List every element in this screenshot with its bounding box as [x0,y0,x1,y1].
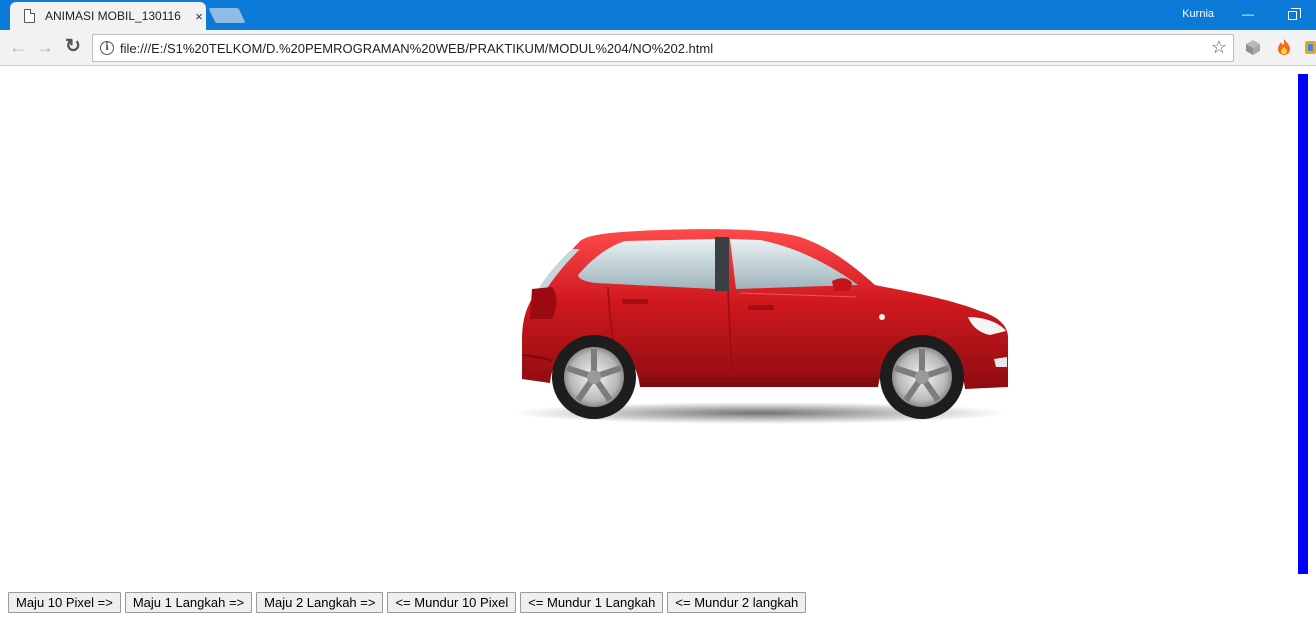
car-image [512,229,1008,424]
browser-title-bar: ANIMASI MOBIL_130116 × Kurnia — [0,0,1316,30]
front-wheel [880,335,964,419]
profile-name[interactable]: Kurnia [1182,8,1214,20]
forward-10px-button[interactable]: Maju 10 Pixel => [8,592,121,613]
url-text[interactable]: file:///E:/S1%20TELKOM/D.%20PEMROGRAMAN%… [120,41,713,56]
forward-button[interactable]: → [33,36,57,60]
back-button[interactable]: ← [6,36,30,60]
bookmark-star-icon[interactable]: ☆ [1211,37,1227,58]
backward-2-step-button[interactable]: <= Mundur 2 langkah [667,592,807,613]
forward-2-step-button[interactable]: Maju 2 Langkah => [256,592,384,613]
page-content: Maju 10 Pixel => Maju 1 Langkah => Maju … [0,67,1316,618]
browser-toolbar: ← → ↻ i file:///E:/S1%20TELKOM/D.%20PEMR… [0,30,1316,66]
extension-cube-icon[interactable] [1244,38,1262,56]
rear-wheel [552,335,636,419]
close-tab-icon[interactable]: × [193,9,205,24]
address-bar[interactable]: i file:///E:/S1%20TELKOM/D.%20PEMROGRAMA… [92,34,1234,62]
restore-icon [1287,8,1301,20]
backward-1-step-button[interactable]: <= Mundur 1 Langkah [520,592,664,613]
tab-title: ANIMASI MOBIL_130116 [45,9,181,23]
extension-flame-icon[interactable] [1275,38,1293,56]
forward-1-step-button[interactable]: Maju 1 Langkah => [124,592,253,613]
movement-controls: Maju 10 Pixel => Maju 1 Langkah => Maju … [8,592,807,613]
backward-10px-button[interactable]: <= Mundur 10 Pixel [387,592,517,613]
finish-marker [1298,74,1308,574]
restore-button[interactable] [1270,0,1314,30]
extension-tag-icon[interactable] [1303,38,1316,56]
document-icon [24,9,35,23]
info-icon[interactable]: i [100,41,114,55]
reload-button[interactable]: ↻ [61,36,85,60]
browser-tab[interactable]: ANIMASI MOBIL_130116 × [10,2,206,30]
minimize-button[interactable]: — [1226,0,1270,30]
new-tab-button[interactable] [208,8,246,23]
